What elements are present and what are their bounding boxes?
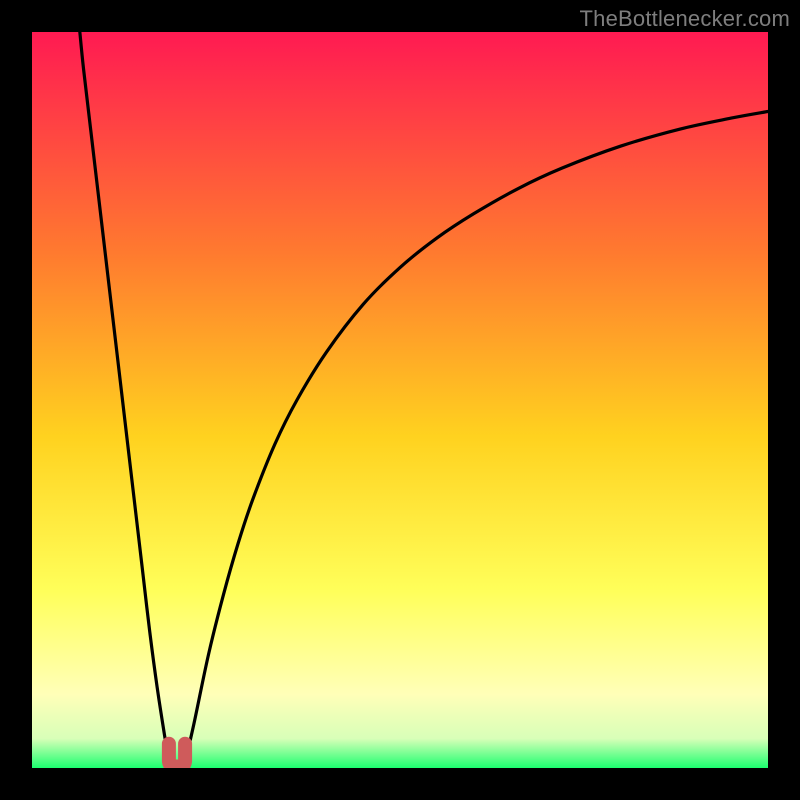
chart-frame: TheBottlenecker.com <box>0 0 800 800</box>
bottleneck-curve-chart <box>32 32 768 768</box>
plot-area <box>32 32 768 768</box>
credit-text: TheBottlenecker.com <box>580 6 790 32</box>
gradient-background <box>32 32 768 768</box>
